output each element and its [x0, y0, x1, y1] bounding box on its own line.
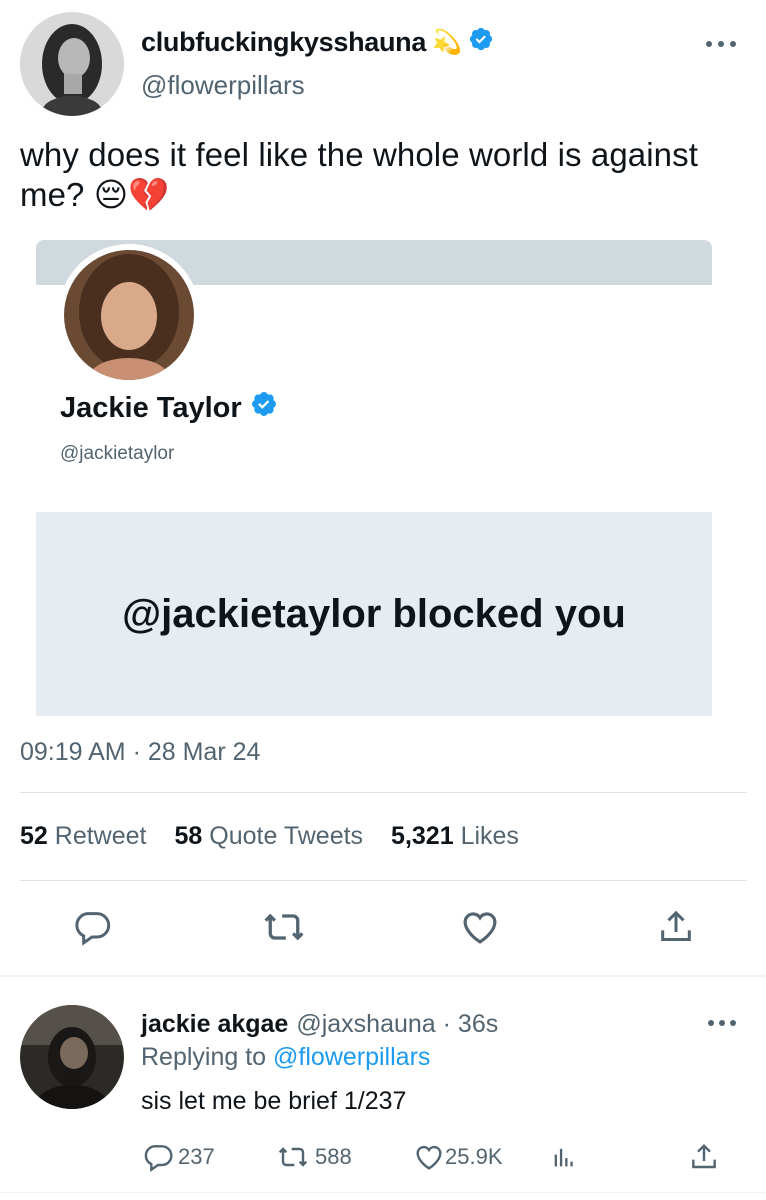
author-avatar[interactable]: [20, 12, 124, 116]
like-icon[interactable]: [458, 905, 502, 949]
sparkle-emoji: 💫: [432, 29, 462, 56]
quote-stat[interactable]: 58 Quote Tweets: [174, 822, 363, 851]
like-count: 25.9K: [445, 1144, 503, 1169]
author-display-name[interactable]: clubfuckingkysshauna 💫: [141, 26, 494, 59]
analytics-icon: [554, 1148, 573, 1167]
likes-stat[interactable]: 5,321 Likes: [391, 822, 519, 851]
reply-icon: [144, 1145, 173, 1172]
share-icon: [692, 1143, 716, 1169]
tweet-text: why does it feel like the whole world is…: [20, 136, 698, 213]
retweet-icon: [278, 1147, 308, 1167]
reply-author-name[interactable]: jackie akgae: [141, 1010, 288, 1039]
embedded-image[interactable]: Jackie Taylor @jackietaylor @jackietaylo…: [36, 240, 712, 716]
tweet-action-bar: [0, 905, 766, 955]
reply-retweet-button[interactable]: 588: [275, 1140, 352, 1174]
reply-like-button[interactable]: 25.9K: [413, 1140, 503, 1174]
like-icon: [416, 1145, 442, 1170]
embedded-name-text: Jackie Taylor: [60, 391, 242, 424]
tweet-header: clubfuckingkysshauna 💫 @flowerpillars: [0, 0, 766, 125]
retweet-count: 588: [315, 1144, 352, 1169]
retweet-icon[interactable]: [262, 905, 306, 949]
author-handle[interactable]: @flowerpillars: [141, 70, 305, 101]
embedded-profile-name: Jackie Taylor: [60, 390, 278, 426]
tweet-timestamp[interactable]: 09:19 AM · 28 Mar 24: [20, 738, 260, 767]
more-icon[interactable]: [706, 38, 736, 50]
verified-badge-icon: [468, 26, 494, 59]
reply-handle-time[interactable]: @jaxshauna · 36s: [296, 1010, 498, 1039]
embedded-profile-avatar: [58, 244, 200, 386]
replying-mention-link[interactable]: @flowerpillars: [273, 1043, 430, 1071]
reply-action-bar: 237 588 25.9K: [0, 1140, 766, 1174]
divider: [0, 1192, 766, 1193]
reply-count: 237: [178, 1144, 215, 1169]
share-icon[interactable]: [654, 905, 698, 949]
retweet-stat[interactable]: 52 Retweet: [20, 822, 146, 851]
reply-author-avatar[interactable]: [20, 1005, 124, 1109]
section-divider: [0, 975, 766, 977]
tweet-stats: 52 Retweet 58 Quote Tweets 5,321 Likes: [20, 822, 519, 851]
analytics-button[interactable]: [550, 1140, 578, 1174]
verified-badge-icon: [250, 390, 278, 426]
blocked-notice-text: @jackietaylor blocked you: [122, 592, 626, 636]
embedded-profile-handle: @jackietaylor: [60, 443, 175, 464]
divider: [20, 792, 747, 793]
reply-text: sis let me be brief 1/237: [141, 1087, 407, 1115]
author-name-text: clubfuckingkysshauna: [141, 27, 427, 57]
reply-share-button[interactable]: [688, 1140, 720, 1174]
reply-icon[interactable]: [70, 905, 114, 949]
reply-more-icon[interactable]: [708, 1018, 736, 1028]
reply-header: jackie akgae @jaxshauna · 36s: [141, 1010, 498, 1039]
blocked-notice: @jackietaylor blocked you: [36, 512, 712, 716]
divider: [20, 880, 747, 881]
replying-prefix: Replying to: [141, 1043, 267, 1071]
replying-to: Replying to @flowerpillars: [141, 1043, 430, 1072]
reply-reply-button[interactable]: 237: [142, 1140, 215, 1174]
